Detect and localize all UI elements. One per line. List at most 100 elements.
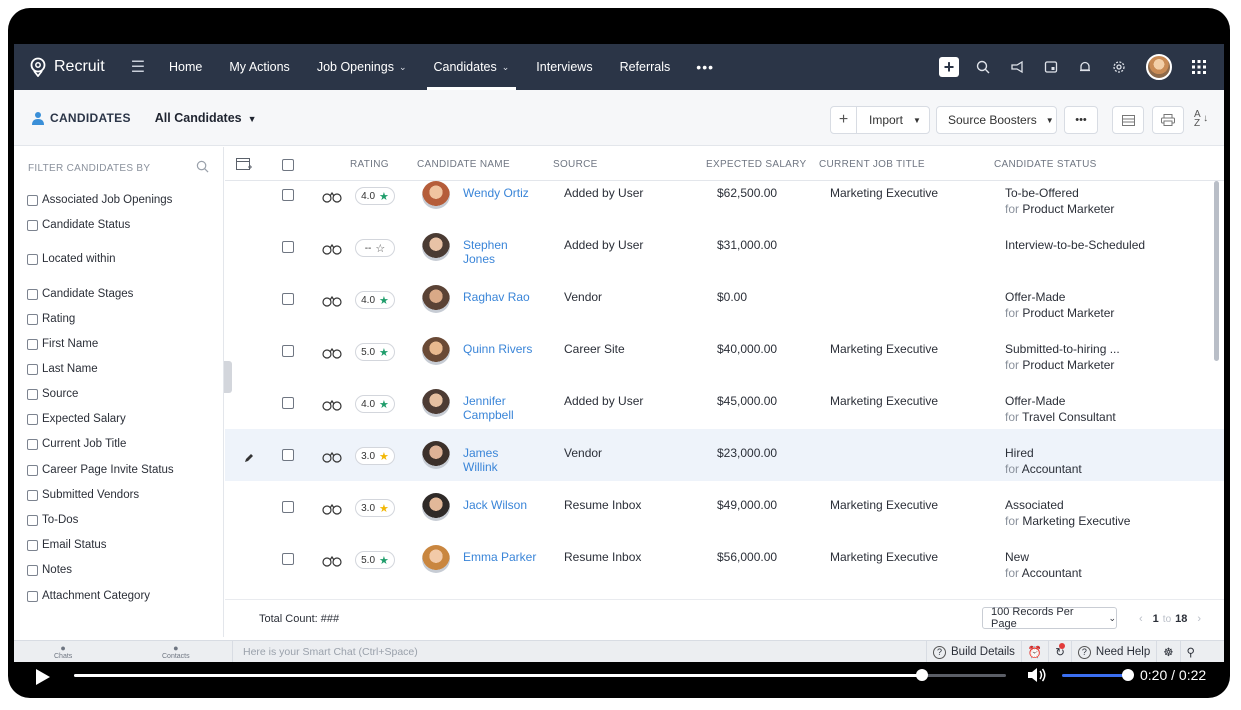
search-icon[interactable] <box>972 56 994 78</box>
rating-badge[interactable]: 4.0 ★ <box>355 291 395 309</box>
video-progress-track[interactable] <box>74 669 1006 681</box>
filter-item[interactable]: Candidate Status <box>27 219 130 231</box>
rating-badge[interactable]: 3.0 ★ <box>355 499 395 517</box>
rating-badge[interactable]: 4.0 ★ <box>355 395 395 413</box>
candidate-name-link[interactable]: Emma Parker <box>463 550 563 564</box>
column-candidate-name[interactable]: CANDIDATE NAME <box>417 159 510 170</box>
view-glasses-icon[interactable] <box>322 502 342 520</box>
candidate-name-link[interactable]: Jack Wilson <box>463 498 563 512</box>
gear-icon[interactable] <box>1108 56 1130 78</box>
candidate-name-link[interactable]: James Willink <box>463 446 533 474</box>
filter-checkbox[interactable] <box>27 413 38 425</box>
filter-item[interactable]: Submitted Vendors <box>27 489 139 501</box>
table-row[interactable]: 3.0 ★ Jack Wilson Resume Inbox $49,000.00 Mar… <box>225 481 1224 533</box>
rating-badge[interactable]: 4.0 ★ <box>355 187 395 205</box>
filter-checkbox[interactable] <box>27 194 38 206</box>
filter-checkbox[interactable] <box>27 253 38 265</box>
nav-item-candidates[interactable]: Candidates ⌄ <box>426 44 517 90</box>
rating-badge[interactable]: 5.0 ★ <box>355 343 395 361</box>
filter-item[interactable]: Source <box>27 388 78 400</box>
filter-checkbox[interactable] <box>27 489 38 501</box>
view-glasses-icon[interactable] <box>322 398 342 416</box>
filter-checkbox[interactable] <box>27 564 38 576</box>
sort-az-icon[interactable]: A Z ↓ <box>1194 110 1208 129</box>
edit-pencil-icon[interactable] <box>244 450 254 468</box>
view-glasses-icon[interactable] <box>322 294 342 312</box>
records-per-page-select[interactable]: 100 Records Per Page ⌄ <box>982 606 1117 630</box>
view-glasses-icon[interactable] <box>322 450 342 468</box>
job-opening-name[interactable]: Travel Consultant <box>1022 410 1116 424</box>
job-opening-name[interactable]: Product Marketer <box>1022 202 1114 216</box>
calendar-icon[interactable] <box>1040 56 1062 78</box>
row-checkbox[interactable] <box>282 189 294 201</box>
filter-checkbox[interactable] <box>27 590 38 602</box>
select-all-checkbox[interactable] <box>282 159 294 171</box>
nav-more-icon[interactable]: ••• <box>696 59 714 75</box>
nav-item-interviews[interactable]: Interviews <box>536 44 592 90</box>
filter-search-icon[interactable] <box>196 160 209 173</box>
row-checkbox[interactable] <box>282 397 294 409</box>
filter-checkbox[interactable] <box>27 338 38 350</box>
candidate-name-link[interactable]: Jennifer Campbell <box>463 394 533 422</box>
candidate-name-link[interactable]: Wendy Ortiz <box>463 186 563 200</box>
rating-badge[interactable]: 3.0 ★ <box>355 447 395 465</box>
job-opening-name[interactable]: Accountant <box>1022 462 1082 476</box>
filter-checkbox[interactable] <box>27 363 38 375</box>
filter-item[interactable]: Attachment Category <box>27 590 150 602</box>
candidate-name-link[interactable]: Quinn Rivers <box>463 342 563 356</box>
job-opening-name[interactable]: Product Marketer <box>1022 358 1114 372</box>
import-button[interactable]: + Import ▼ <box>830 106 930 134</box>
table-row[interactable]: -- ☆ Stephen Jones Added by User $31,000.00 I… <box>225 221 1224 273</box>
row-checkbox[interactable] <box>282 501 294 513</box>
filter-item[interactable]: Located within <box>27 253 116 265</box>
nav-item-my-actions[interactable]: My Actions <box>229 44 289 90</box>
job-opening-name[interactable]: Accountant <box>1022 566 1082 580</box>
filter-checkbox[interactable] <box>27 438 38 450</box>
rating-badge[interactable]: 5.0 ★ <box>355 551 395 569</box>
filter-item[interactable]: Last Name <box>27 363 98 375</box>
row-checkbox[interactable] <box>282 293 294 305</box>
filter-item[interactable]: First Name <box>27 338 98 350</box>
table-view-icon[interactable] <box>1112 106 1144 134</box>
column-chooser-icon[interactable] <box>236 158 252 171</box>
table-row[interactable]: 3.0 ★ James Willink Vendor $23,000.00 Hired fo… <box>225 429 1224 481</box>
view-glasses-icon[interactable] <box>322 190 342 208</box>
table-row[interactable]: 5.0 ★ Quinn Rivers Career Site $40,000.00 Mar… <box>225 325 1224 377</box>
filter-checkbox[interactable] <box>27 219 38 231</box>
video-progress-handle[interactable] <box>916 669 929 681</box>
row-checkbox[interactable] <box>282 241 294 253</box>
next-page-icon[interactable]: › <box>1197 613 1201 625</box>
row-checkbox[interactable] <box>282 449 294 461</box>
vertical-scrollbar[interactable] <box>1214 181 1219 361</box>
user-avatar[interactable] <box>1146 54 1172 80</box>
filter-item[interactable]: Email Status <box>27 539 107 551</box>
candidate-name-link[interactable]: Raghav Rao <box>463 290 563 304</box>
filter-item[interactable]: Career Page Invite Status <box>27 464 174 476</box>
filter-checkbox[interactable] <box>27 288 38 300</box>
view-glasses-icon[interactable] <box>322 554 342 572</box>
play-icon[interactable] <box>35 668 51 686</box>
nav-item-referrals[interactable]: Referrals <box>620 44 671 90</box>
source-boosters-button[interactable]: Source Boosters ▼ <box>936 106 1057 134</box>
filter-item[interactable]: Expected Salary <box>27 413 126 425</box>
hamburger-menu-icon[interactable]: ☰ <box>131 57 145 77</box>
column-rating[interactable]: RATING <box>350 159 389 170</box>
announcement-icon[interactable] <box>1006 56 1028 78</box>
candidate-name-link[interactable]: Stephen Jones <box>463 238 533 266</box>
job-opening-name[interactable]: Marketing Executive <box>1022 514 1130 528</box>
view-glasses-icon[interactable] <box>322 242 342 260</box>
quick-create-button[interactable]: + <box>938 56 960 78</box>
volume-slider[interactable] <box>1062 669 1134 681</box>
filter-item[interactable]: Notes <box>27 564 72 576</box>
more-actions-button[interactable]: ••• <box>1064 106 1098 134</box>
job-opening-name[interactable]: Product Marketer <box>1022 306 1114 320</box>
column-current-job-title[interactable]: CURRENT JOB TITLE <box>819 159 925 170</box>
filter-checkbox[interactable] <box>27 388 38 400</box>
apps-grid-icon[interactable] <box>1188 56 1210 78</box>
column-candidate-status[interactable]: CANDIDATE STATUS <box>994 159 1097 170</box>
filter-checkbox[interactable] <box>27 464 38 476</box>
view-selector[interactable]: All Candidates ▼ <box>155 111 257 125</box>
filter-checkbox[interactable] <box>27 313 38 325</box>
column-expected-salary[interactable]: EXPECTED SALARY <box>706 159 806 170</box>
prev-page-icon[interactable]: ‹ <box>1139 613 1143 625</box>
